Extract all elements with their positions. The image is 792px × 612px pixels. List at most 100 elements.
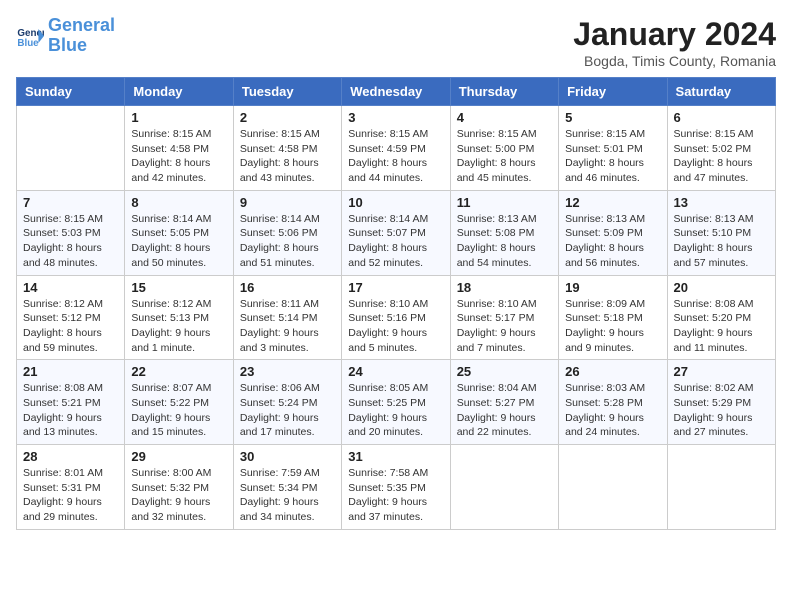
weekday-header-friday: Friday bbox=[559, 78, 667, 106]
week-row-5: 28 Sunrise: 8:01 AMSunset: 5:31 PMDayligh… bbox=[17, 445, 776, 530]
day-cell-21: 21Sunrise: 8:08 AMSunset: 5:21 PMDayligh… bbox=[17, 360, 125, 445]
day-info: Sunrise: 8:00 AMSunset: 5:32 PMDaylight:… bbox=[131, 466, 226, 525]
weekday-header-saturday: Saturday bbox=[667, 78, 775, 106]
day-info: Sunrise: 8:15 AMSunset: 4:58 PMDaylight:… bbox=[131, 127, 226, 186]
week-row-3: 14 Sunrise: 8:12 AMSunset: 5:12 PMDayligh… bbox=[17, 275, 776, 360]
day-cell-7: 7 Sunrise: 8:15 AMSunset: 5:03 PMDaylight… bbox=[17, 190, 125, 275]
day-info: Sunrise: 8:08 AMSunset: 5:20 PMDaylight:… bbox=[674, 297, 769, 356]
week-row-2: 7 Sunrise: 8:15 AMSunset: 5:03 PMDaylight… bbox=[17, 190, 776, 275]
weekday-header-tuesday: Tuesday bbox=[233, 78, 341, 106]
day-info: Sunrise: 8:15 AMSunset: 5:00 PMDaylight:… bbox=[457, 127, 552, 186]
day-cell-15: 15 Sunrise: 8:12 AMSunset: 5:13 PMDayligh… bbox=[125, 275, 233, 360]
day-cell-24: 24 Sunrise: 8:05 AMSunset: 5:25 PMDayligh… bbox=[342, 360, 450, 445]
day-cell-12: 12Sunrise: 8:13 AMSunset: 5:09 PMDayligh… bbox=[559, 190, 667, 275]
day-number: 31 bbox=[348, 449, 443, 464]
day-cell-11: 11 Sunrise: 8:13 AMSunset: 5:08 PMDayligh… bbox=[450, 190, 558, 275]
day-cell-23: 23 Sunrise: 8:06 AMSunset: 5:24 PMDayligh… bbox=[233, 360, 341, 445]
day-cell-9: 9Sunrise: 8:14 AMSunset: 5:06 PMDaylight… bbox=[233, 190, 341, 275]
day-number: 19 bbox=[565, 280, 660, 295]
day-number: 11 bbox=[457, 195, 552, 210]
weekday-header-row: SundayMondayTuesdayWednesdayThursdayFrid… bbox=[17, 78, 776, 106]
empty-cell bbox=[559, 445, 667, 530]
empty-cell bbox=[667, 445, 775, 530]
day-number: 25 bbox=[457, 364, 552, 379]
day-info: Sunrise: 8:05 AMSunset: 5:25 PMDaylight:… bbox=[348, 381, 443, 440]
day-cell-6: 6 Sunrise: 8:15 AMSunset: 5:02 PMDaylight… bbox=[667, 106, 775, 191]
month-title: January 2024 bbox=[573, 16, 776, 53]
day-number: 13 bbox=[674, 195, 769, 210]
calendar-table: SundayMondayTuesdayWednesdayThursdayFrid… bbox=[16, 77, 776, 530]
weekday-header-wednesday: Wednesday bbox=[342, 78, 450, 106]
weekday-header-monday: Monday bbox=[125, 78, 233, 106]
day-info: Sunrise: 8:02 AMSunset: 5:29 PMDaylight:… bbox=[674, 381, 769, 440]
day-info: Sunrise: 8:12 AMSunset: 5:12 PMDaylight:… bbox=[23, 297, 118, 356]
day-cell-29: 29 Sunrise: 8:00 AMSunset: 5:32 PMDayligh… bbox=[125, 445, 233, 530]
day-cell-27: 27 Sunrise: 8:02 AMSunset: 5:29 PMDayligh… bbox=[667, 360, 775, 445]
weekday-header-thursday: Thursday bbox=[450, 78, 558, 106]
day-number: 17 bbox=[348, 280, 443, 295]
day-number: 24 bbox=[348, 364, 443, 379]
day-info: Sunrise: 8:15 AMSunset: 5:03 PMDaylight:… bbox=[23, 212, 118, 271]
day-cell-18: 18Sunrise: 8:10 AMSunset: 5:17 PMDayligh… bbox=[450, 275, 558, 360]
day-info: Sunrise: 8:13 AMSunset: 5:10 PMDaylight:… bbox=[674, 212, 769, 271]
day-cell-2: 2Sunrise: 8:15 AMSunset: 4:58 PMDaylight… bbox=[233, 106, 341, 191]
day-number: 12 bbox=[565, 195, 660, 210]
logo-icon: General Blue bbox=[16, 22, 44, 50]
day-cell-22: 22 Sunrise: 8:07 AMSunset: 5:22 PMDayligh… bbox=[125, 360, 233, 445]
day-info: Sunrise: 8:04 AMSunset: 5:27 PMDaylight:… bbox=[457, 381, 552, 440]
day-number: 10 bbox=[348, 195, 443, 210]
day-info: Sunrise: 8:07 AMSunset: 5:22 PMDaylight:… bbox=[131, 381, 226, 440]
day-number: 29 bbox=[131, 449, 226, 464]
day-cell-5: 5 Sunrise: 8:15 AMSunset: 5:01 PMDaylight… bbox=[559, 106, 667, 191]
day-info: Sunrise: 8:01 AMSunset: 5:31 PMDaylight:… bbox=[23, 466, 118, 525]
day-number: 28 bbox=[23, 449, 118, 464]
day-info: Sunrise: 8:14 AMSunset: 5:06 PMDaylight:… bbox=[240, 212, 335, 271]
day-cell-8: 8 Sunrise: 8:14 AMSunset: 5:05 PMDaylight… bbox=[125, 190, 233, 275]
day-number: 18 bbox=[457, 280, 552, 295]
day-cell-1: 1 Sunrise: 8:15 AMSunset: 4:58 PMDaylight… bbox=[125, 106, 233, 191]
page-header: General Blue General Blue January 2024 B… bbox=[16, 16, 776, 69]
day-number: 5 bbox=[565, 110, 660, 125]
day-info: Sunrise: 8:12 AMSunset: 5:13 PMDaylight:… bbox=[131, 297, 226, 356]
day-info: Sunrise: 8:15 AMSunset: 4:59 PMDaylight:… bbox=[348, 127, 443, 186]
day-info: Sunrise: 7:58 AMSunset: 5:35 PMDaylight:… bbox=[348, 466, 443, 525]
day-info: Sunrise: 8:15 AMSunset: 5:01 PMDaylight:… bbox=[565, 127, 660, 186]
day-number: 22 bbox=[131, 364, 226, 379]
day-info: Sunrise: 8:15 AMSunset: 4:58 PMDaylight:… bbox=[240, 127, 335, 186]
day-info: Sunrise: 8:09 AMSunset: 5:18 PMDaylight:… bbox=[565, 297, 660, 356]
weekday-header-sunday: Sunday bbox=[17, 78, 125, 106]
location-title: Bogda, Timis County, Romania bbox=[573, 53, 776, 69]
day-number: 14 bbox=[23, 280, 118, 295]
day-cell-17: 17Sunrise: 8:10 AMSunset: 5:16 PMDayligh… bbox=[342, 275, 450, 360]
day-info: Sunrise: 8:14 AMSunset: 5:07 PMDaylight:… bbox=[348, 212, 443, 271]
day-number: 1 bbox=[131, 110, 226, 125]
day-info: Sunrise: 8:08 AMSunset: 5:21 PMDaylight:… bbox=[23, 381, 118, 440]
day-info: Sunrise: 8:14 AMSunset: 5:05 PMDaylight:… bbox=[131, 212, 226, 271]
day-number: 23 bbox=[240, 364, 335, 379]
day-number: 6 bbox=[674, 110, 769, 125]
day-number: 8 bbox=[131, 195, 226, 210]
day-number: 20 bbox=[674, 280, 769, 295]
day-number: 3 bbox=[348, 110, 443, 125]
day-cell-31: 31 Sunrise: 7:58 AMSunset: 5:35 PMDayligh… bbox=[342, 445, 450, 530]
day-cell-19: 19 Sunrise: 8:09 AMSunset: 5:18 PMDayligh… bbox=[559, 275, 667, 360]
day-cell-3: 3 Sunrise: 8:15 AMSunset: 4:59 PMDaylight… bbox=[342, 106, 450, 191]
day-cell-30: 30Sunrise: 7:59 AMSunset: 5:34 PMDayligh… bbox=[233, 445, 341, 530]
day-info: Sunrise: 8:06 AMSunset: 5:24 PMDaylight:… bbox=[240, 381, 335, 440]
day-number: 7 bbox=[23, 195, 118, 210]
svg-text:Blue: Blue bbox=[17, 38, 39, 49]
day-number: 26 bbox=[565, 364, 660, 379]
day-cell-4: 4 Sunrise: 8:15 AMSunset: 5:00 PMDaylight… bbox=[450, 106, 558, 191]
day-cell-20: 20 Sunrise: 8:08 AMSunset: 5:20 PMDayligh… bbox=[667, 275, 775, 360]
day-info: Sunrise: 8:03 AMSunset: 5:28 PMDaylight:… bbox=[565, 381, 660, 440]
day-number: 4 bbox=[457, 110, 552, 125]
day-info: Sunrise: 8:15 AMSunset: 5:02 PMDaylight:… bbox=[674, 127, 769, 186]
logo: General Blue General Blue bbox=[16, 16, 115, 56]
empty-cell bbox=[450, 445, 558, 530]
day-number: 27 bbox=[674, 364, 769, 379]
day-cell-10: 10 Sunrise: 8:14 AMSunset: 5:07 PMDayligh… bbox=[342, 190, 450, 275]
day-info: Sunrise: 8:13 AMSunset: 5:08 PMDaylight:… bbox=[457, 212, 552, 271]
day-info: Sunrise: 8:11 AMSunset: 5:14 PMDaylight:… bbox=[240, 297, 335, 356]
day-cell-28: 28 Sunrise: 8:01 AMSunset: 5:31 PMDayligh… bbox=[17, 445, 125, 530]
day-number: 15 bbox=[131, 280, 226, 295]
